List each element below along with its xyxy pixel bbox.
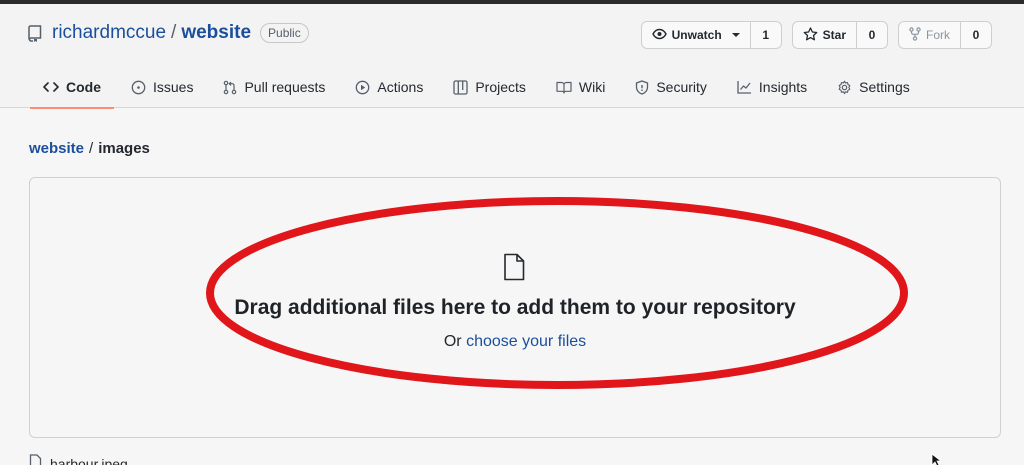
unwatch-button[interactable]: Unwatch [642,22,751,48]
issue-icon [131,80,146,95]
tab-settings-label: Settings [859,79,910,95]
repo-icon [28,24,44,42]
repo-header: richardmccue / website Public Unwatch 1 … [0,4,1024,109]
repo-title: richardmccue / website Public [28,20,309,46]
fork-count[interactable]: 0 [961,22,991,48]
pull-request-icon [223,80,237,95]
fork-button-group: Fork 0 [898,21,992,49]
table-icon [453,79,468,95]
breadcrumb-current-directory: images [98,140,150,157]
repo-tabs: Code Issues Pull requests Actions Projec… [28,66,925,109]
tab-insights-label: Insights [758,79,808,95]
tab-projects[interactable]: Projects [438,66,541,108]
dropzone-subtitle: Or choose your files [30,333,1000,351]
eye-icon [651,28,667,43]
tab-wiki[interactable]: Wiki [541,66,620,108]
chevron-down-icon [731,33,740,37]
dropzone-or-text: Or [443,333,462,350]
watch-count[interactable]: 1 [751,22,781,48]
tab-pull-requests-label: Pull requests [244,79,326,95]
choose-files-link[interactable]: choose your files [466,333,586,350]
book-icon [556,81,572,94]
repo-name-link[interactable]: website [181,22,251,44]
dropzone-title: Drag additional files here to add them t… [234,296,796,319]
tab-security[interactable]: Security [620,66,722,108]
breadcrumb-separator: / [89,140,94,157]
tab-code[interactable]: Code [28,66,116,109]
fork-icon [909,26,921,44]
tab-actions-label: Actions [377,79,424,95]
tab-security-label: Security [656,79,707,95]
repo-actions: Unwatch 1 Star 0 Fork 0 [640,21,992,49]
fork-button[interactable]: Fork [899,22,961,48]
unwatch-label: Unwatch [671,28,722,42]
tab-code-label: Code [66,79,101,95]
graph-icon [737,80,752,94]
file-icon [29,454,42,465]
breadcrumb-repo-link[interactable]: website [29,140,84,157]
watch-button-group: Unwatch 1 [640,21,782,49]
tab-settings[interactable]: Settings [822,66,925,108]
fork-label: Fork [926,28,950,42]
file-icon [502,253,526,281]
star-button[interactable]: Star [793,22,857,48]
star-button-group: Star 0 [791,21,888,49]
star-label: Star [822,28,846,42]
tab-projects-label: Projects [475,79,526,95]
gear-icon [837,80,852,95]
breadcrumb: website / images [29,140,150,157]
file-list-item[interactable]: harbour.jpeg [29,454,128,465]
play-icon [355,80,370,95]
mouse-cursor-icon [931,453,943,465]
tab-insights[interactable]: Insights [722,66,822,108]
file-name-link[interactable]: harbour.jpeg [50,456,128,465]
tab-pull-requests[interactable]: Pull requests [208,66,340,108]
tab-actions[interactable]: Actions [340,66,438,108]
repo-owner-link[interactable]: richardmccue [52,22,166,44]
tab-wiki-label: Wiki [578,79,606,95]
file-dropzone[interactable]: Drag additional files here to add them t… [29,177,1001,438]
tab-issues-label: Issues [153,79,194,95]
star-icon [803,26,818,44]
code-icon [43,81,59,93]
tab-issues[interactable]: Issues [116,66,208,108]
visibility-badge: Public [260,23,309,43]
star-count[interactable]: 0 [857,22,887,48]
shield-icon [635,79,649,95]
repo-title-separator: / [171,22,177,43]
